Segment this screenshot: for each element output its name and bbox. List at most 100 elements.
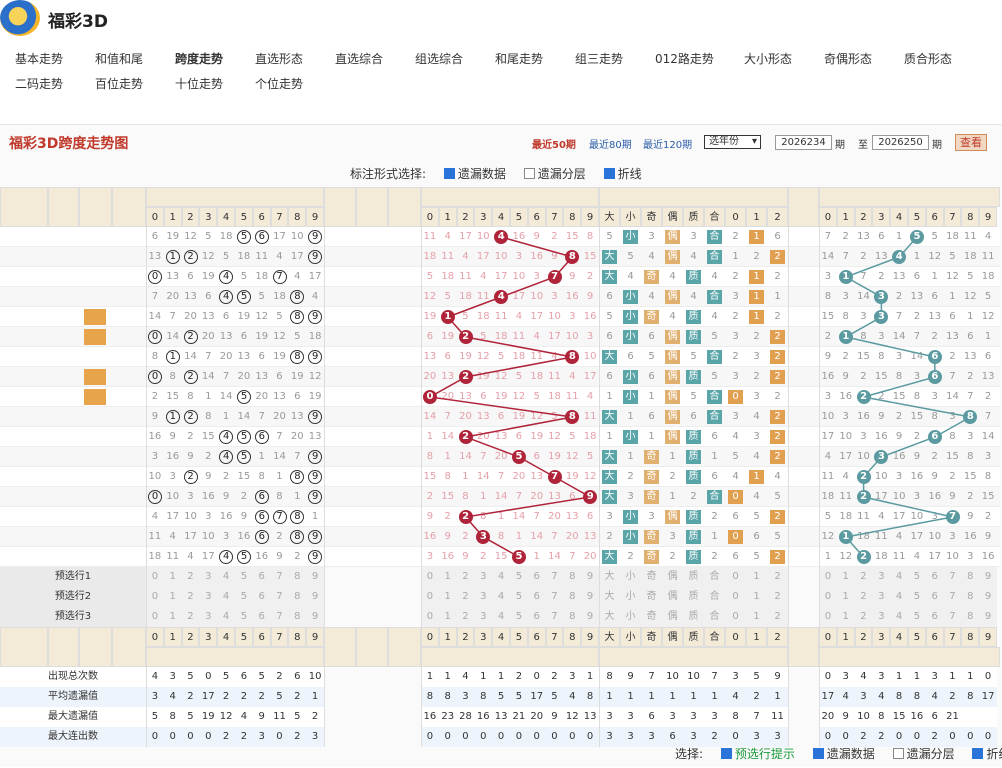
span-miss-value: 10 (494, 251, 508, 262)
form-miss: 6 (690, 411, 697, 422)
stats-amp-value: 3 (836, 667, 855, 687)
missing-data-checkbox[interactable] (443, 168, 455, 179)
stats-span-value: 5 (492, 687, 510, 707)
amp-miss-value: 16 (910, 471, 924, 482)
span-miss-value: 3 (533, 271, 540, 282)
amp-miss-value: 5 (824, 511, 832, 522)
form-hit: 合 (707, 250, 722, 264)
amp-miss-value: 11 (981, 251, 995, 262)
preselect-digit: 5 (908, 567, 926, 587)
to-issue-input[interactable]: 2026250 (872, 135, 929, 150)
amp-cell (788, 287, 819, 307)
stats-group-value: 2 (235, 687, 253, 707)
form-hit: 2 (770, 510, 785, 524)
nav-item[interactable]: 和值和尾 (95, 50, 143, 67)
form-header: 合 (704, 207, 725, 227)
form-hit: 小 (623, 330, 638, 344)
group-miss-value: 7 (169, 311, 176, 322)
year-select[interactable]: 选年份 ▾ (704, 135, 761, 149)
range-50-link[interactable]: 最近50期 (532, 136, 576, 151)
nav-item[interactable]: 跨度走势 (175, 50, 223, 67)
form-miss: 5 (690, 391, 697, 402)
amp-miss-value: 3 (842, 411, 849, 422)
range-120-link[interactable]: 最近120期 (643, 136, 692, 151)
span-miss-value: 14 (530, 531, 544, 542)
group-miss-value: 7 (151, 291, 159, 302)
amp-miss-value: 7 (842, 251, 849, 262)
span-miss-value: 20 (512, 471, 526, 482)
stats-amp-value: 20 (819, 707, 837, 727)
group-hit-ball: 0 (148, 490, 162, 504)
nav-item[interactable]: 组选综合 (415, 50, 463, 67)
nav-item[interactable]: 组三走势 (575, 50, 623, 67)
fucai-logo[interactable] (0, 0, 40, 36)
nav-item[interactable]: 奇偶形态 (824, 50, 872, 67)
stats-span-value: 8 (474, 687, 493, 707)
nav-item[interactable]: 和尾走势 (495, 50, 543, 67)
preselect-digit: 1 (163, 607, 182, 627)
span-miss-value: 17 (583, 371, 597, 382)
preselect-form: 质 (683, 587, 704, 607)
group-miss-value: 17 (166, 511, 180, 522)
nav-item[interactable]: 直选形态 (255, 50, 303, 67)
digit-header: 3 (199, 207, 218, 227)
span-miss-value: 7 (533, 511, 540, 522)
form-hit: 大 (602, 410, 617, 424)
stats-group-value: 3 (146, 687, 164, 707)
stats-group-value: 2 (235, 727, 253, 747)
nav-item[interactable]: 十位走势 (175, 75, 223, 92)
range-80-link[interactable]: 最近80期 (589, 136, 632, 151)
span-miss-value: 6 (569, 491, 576, 502)
form-miss: 6 (606, 371, 613, 382)
span-miss-value: 11 (583, 411, 597, 422)
span-miss-value: 8 (480, 511, 487, 522)
footer-layer-checkbox[interactable] (892, 748, 904, 759)
total-span-cell (388, 427, 421, 447)
query-button[interactable]: 查看 (955, 134, 987, 151)
span-miss-value: 3 (569, 311, 576, 322)
span-miss-value: 11 (494, 311, 508, 322)
group-miss-value: 16 (201, 491, 215, 502)
total-span-cell (388, 367, 421, 387)
form-hit: 大 (602, 470, 617, 484)
span-miss-value: 20 (441, 391, 455, 402)
hs-span-header (324, 187, 356, 227)
span-trend-header (421, 187, 599, 207)
amp-miss-value: 1 (913, 251, 921, 262)
stats-group-value: 5 (252, 667, 271, 687)
amp-miss-value: 7 (913, 331, 921, 342)
span-ball: 5 (512, 450, 526, 464)
digit-header: 0 (819, 207, 837, 227)
stats-form-value: 11 (767, 707, 788, 727)
nav-item[interactable]: 012路走势 (655, 50, 714, 67)
form-hit: 大 (602, 550, 617, 564)
from-issue-input[interactable]: 2026234 (775, 135, 832, 150)
form-hit: 大 (602, 490, 617, 504)
nav-item[interactable]: 大小形态 (744, 50, 792, 67)
nav-item[interactable]: 质合形态 (904, 50, 952, 67)
amp-miss-value: 13 (981, 371, 995, 382)
group-miss-value: 5 (222, 251, 230, 262)
polyline-checkbox[interactable] (603, 168, 615, 179)
footer-missing-checkbox[interactable] (812, 748, 824, 759)
week-cell (48, 507, 79, 527)
group-hit-ball: 2 (183, 470, 198, 484)
nav-item[interactable]: 直选综合 (335, 50, 383, 67)
footer-polyline-checkbox[interactable] (972, 748, 984, 759)
stats-group-value: 3 (163, 667, 182, 687)
nav-item[interactable]: 百位走势 (95, 75, 143, 92)
form-hit: 1 (749, 270, 764, 284)
nav-item[interactable]: 二码走势 (15, 75, 63, 92)
form-header: 大 (599, 627, 620, 647)
nav-item[interactable]: 基本走势 (15, 50, 63, 67)
nav-item[interactable]: 个位走势 (255, 75, 303, 92)
digit-header: 6 (527, 627, 546, 647)
preselect-checkbox[interactable] (720, 748, 732, 759)
prize-cell (79, 467, 112, 487)
amp-miss-value: 2 (895, 291, 903, 302)
stats-amp-value: 0 (979, 667, 997, 687)
missing-layer-checkbox[interactable] (523, 168, 535, 179)
digit-header: 1 (836, 207, 855, 227)
column-separator (421, 187, 422, 747)
stats-span-value: 1 (421, 667, 439, 687)
